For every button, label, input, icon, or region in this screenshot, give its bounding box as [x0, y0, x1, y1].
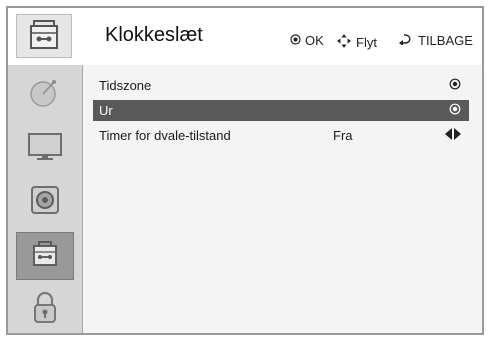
menu-window: Klokkeslæt OK Flyt TILBAGE Tidszone Ur T…: [6, 6, 484, 335]
back-arrow-icon: [398, 33, 414, 48]
sidebar-item-time[interactable]: [16, 232, 74, 280]
padlock-icon: [30, 290, 60, 331]
menu-row-tidszone[interactable]: Tidszone: [93, 75, 469, 96]
category-sidebar: [8, 65, 83, 333]
hint-back-label: TILBAGE: [418, 33, 473, 48]
tv-monitor-icon: [25, 131, 65, 168]
row-label: Tidszone: [99, 78, 152, 93]
ok-button-icon: [290, 33, 301, 48]
hint-ok-label: OK: [305, 33, 324, 48]
sidebar-item-satellite[interactable]: [16, 71, 74, 119]
briefcase-icon: [28, 238, 62, 275]
sidebar-item-lock[interactable]: [16, 286, 74, 334]
page-title: Klokkeslæt: [105, 24, 203, 46]
row-label: Timer for dvale-tilstand: [99, 128, 231, 143]
row-value: Fra: [333, 128, 353, 143]
settings-panel: Tidszone Ur Timer for dvale-tilstand Fra: [83, 65, 482, 333]
radio-icon: [449, 103, 461, 118]
hint-move: Flyt: [336, 33, 377, 52]
hint-move-label: Flyt: [356, 35, 377, 50]
briefcase-icon: [16, 14, 72, 58]
left-right-arrows-icon[interactable]: [445, 128, 461, 143]
radio-icon: [449, 78, 461, 93]
row-label: Ur: [99, 103, 113, 118]
hint-ok: OK: [290, 33, 324, 48]
sidebar-item-audio[interactable]: [16, 178, 74, 226]
menu-row-ur[interactable]: Ur: [93, 100, 469, 121]
sidebar-item-picture[interactable]: [16, 125, 74, 173]
hint-back: TILBAGE: [398, 33, 473, 48]
move-arrows-icon: [336, 33, 352, 52]
menu-row-timer[interactable]: Timer for dvale-tilstand Fra: [93, 125, 469, 146]
menu-header: Klokkeslæt OK Flyt TILBAGE: [8, 8, 482, 66]
speaker-icon: [27, 182, 63, 223]
satellite-dish-icon: [27, 76, 63, 115]
